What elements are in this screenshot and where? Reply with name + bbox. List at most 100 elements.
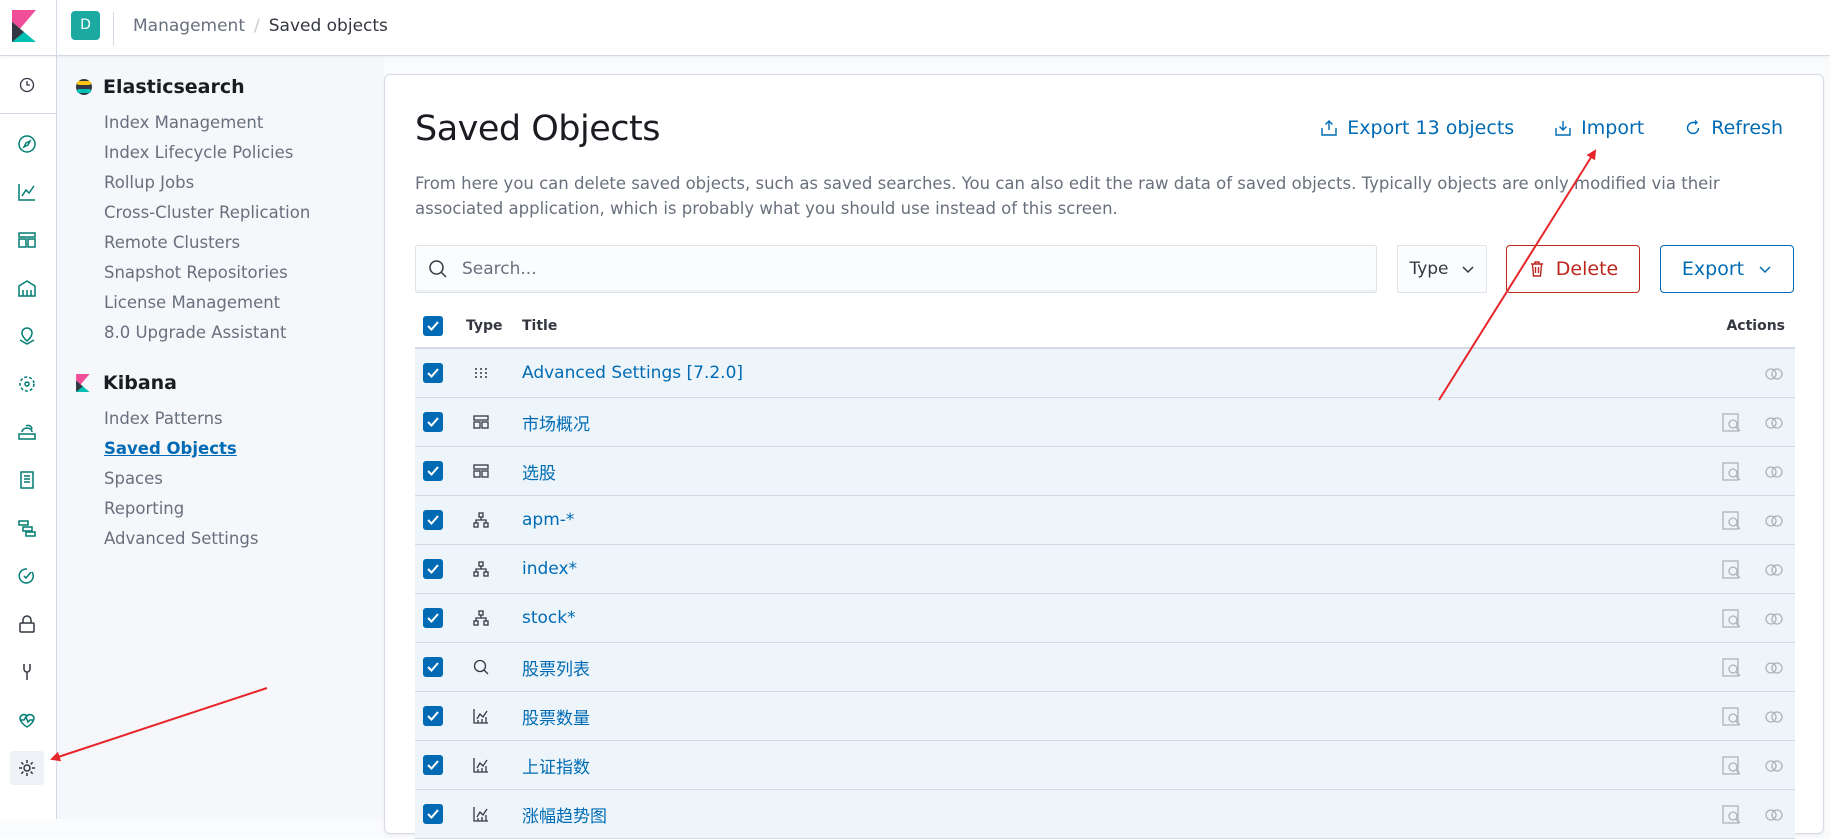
sidebar-item-cross-cluster-replication[interactable]: Cross-Cluster Replication	[104, 198, 310, 228]
select-all-checkbox[interactable]	[423, 316, 443, 336]
maps-icon[interactable]	[10, 319, 44, 353]
inspect-icon[interactable]	[1721, 804, 1743, 826]
refresh-button[interactable]: Refresh	[1684, 117, 1783, 139]
chevron-down-icon	[1461, 266, 1474, 274]
sidebar-section-elasticsearch: Elasticsearch Index Management Index Lif…	[75, 74, 310, 348]
export-button[interactable]: Export	[1660, 245, 1794, 293]
row-title-link[interactable]: 股票数量	[522, 704, 590, 729]
sidebar-item-remote-clusters[interactable]: Remote Clusters	[104, 228, 310, 258]
relationships-icon[interactable]	[1763, 804, 1785, 826]
inspect-icon[interactable]	[1721, 657, 1743, 679]
table-row: Advanced Settings [7.2.0]	[415, 349, 1795, 398]
row-title-link[interactable]: 涨幅趋势图	[522, 802, 607, 827]
sidebar-item-snapshot-repositories[interactable]: Snapshot Repositories	[104, 258, 310, 288]
sidebar-item-saved-objects[interactable]: Saved Objects	[104, 434, 258, 464]
sidebar-item-rollup-jobs[interactable]: Rollup Jobs	[104, 168, 310, 198]
logs-icon[interactable]	[10, 463, 44, 497]
row-checkbox[interactable]	[423, 804, 443, 824]
siem-icon[interactable]	[10, 607, 44, 641]
column-header-title[interactable]: Title	[522, 318, 557, 334]
row-title-link[interactable]: index*	[522, 559, 577, 579]
search-icon	[429, 260, 447, 278]
row-checkbox[interactable]	[423, 755, 443, 775]
breadcrumb-current: Saved objects	[268, 16, 388, 36]
row-title-link[interactable]: Advanced Settings [7.2.0]	[522, 363, 743, 383]
infrastructure-icon[interactable]	[10, 415, 44, 449]
inspect-icon[interactable]	[1721, 559, 1743, 581]
sidebar-item-spaces[interactable]: Spaces	[104, 464, 258, 494]
management-gear-icon[interactable]	[10, 751, 44, 785]
apm-icon[interactable]	[10, 511, 44, 545]
inspect-icon[interactable]	[1721, 608, 1743, 630]
refresh-icon	[1687, 120, 1700, 135]
row-title-link[interactable]: 上证指数	[522, 753, 590, 778]
uptime-icon[interactable]	[10, 559, 44, 593]
canvas-icon[interactable]	[10, 271, 44, 305]
header-actions: Export 13 objects Import Refresh	[1320, 117, 1783, 139]
check-icon	[427, 809, 439, 819]
relationships-icon[interactable]	[1763, 461, 1785, 483]
relationships-icon[interactable]	[1763, 559, 1785, 581]
ml-icon[interactable]	[10, 367, 44, 401]
import-button[interactable]: Import	[1554, 117, 1644, 139]
relationships-icon[interactable]	[1763, 657, 1785, 679]
visualization-icon	[472, 707, 490, 725]
row-checkbox[interactable]	[423, 510, 443, 530]
relationships-icon[interactable]	[1763, 608, 1785, 630]
sidebar-item-index-patterns[interactable]: Index Patterns	[104, 404, 258, 434]
inspect-icon[interactable]	[1721, 510, 1743, 532]
kibana-logo-icon[interactable]	[12, 10, 40, 42]
check-icon	[427, 711, 439, 721]
relationships-icon[interactable]	[1763, 755, 1785, 777]
sidebar-item-upgrade-assistant[interactable]: 8.0 Upgrade Assistant	[104, 318, 310, 348]
row-checkbox[interactable]	[423, 657, 443, 677]
index-pattern-icon	[472, 511, 490, 529]
space-avatar[interactable]: D	[71, 11, 100, 40]
sidebar-item-advanced-settings[interactable]: Advanced Settings	[104, 524, 258, 554]
visualization-icon	[472, 805, 490, 823]
side-nav	[0, 56, 57, 819]
sidebar-item-index-lifecycle-policies[interactable]: Index Lifecycle Policies	[104, 138, 310, 168]
search-input[interactable]	[462, 259, 1342, 279]
relationships-icon[interactable]	[1763, 510, 1785, 532]
dev-tools-icon[interactable]	[10, 655, 44, 689]
check-icon	[427, 515, 439, 525]
inspect-icon[interactable]	[1721, 412, 1743, 434]
breadcrumb-management[interactable]: Management	[133, 16, 245, 36]
relationships-icon[interactable]	[1763, 363, 1785, 385]
row-checkbox[interactable]	[423, 608, 443, 628]
row-title-link[interactable]: apm-*	[522, 510, 574, 530]
monitoring-icon[interactable]	[10, 703, 44, 737]
visualization-icon	[472, 756, 490, 774]
sidebar-item-index-management[interactable]: Index Management	[104, 108, 310, 138]
relationships-icon[interactable]	[1763, 706, 1785, 728]
kibana-title: Kibana	[103, 372, 178, 394]
discover-icon[interactable]	[10, 127, 44, 161]
export-all-button[interactable]: Export 13 objects	[1320, 117, 1514, 139]
column-header-type[interactable]: Type	[466, 318, 503, 334]
row-checkbox[interactable]	[423, 559, 443, 579]
type-filter-button[interactable]: Type	[1397, 245, 1487, 293]
relationships-icon[interactable]	[1763, 412, 1785, 434]
row-checkbox[interactable]	[423, 412, 443, 432]
check-icon	[427, 368, 439, 378]
row-checkbox[interactable]	[423, 363, 443, 383]
inspect-icon[interactable]	[1721, 706, 1743, 728]
row-checkbox[interactable]	[423, 461, 443, 481]
export-all-label: Export 13 objects	[1347, 117, 1515, 139]
sidebar-item-reporting[interactable]: Reporting	[104, 494, 258, 524]
row-title-link[interactable]: stock*	[522, 608, 576, 628]
row-title-link[interactable]: 市场概况	[522, 410, 590, 435]
row-checkbox[interactable]	[423, 706, 443, 726]
kibana-logo-icon	[76, 374, 90, 392]
inspect-icon[interactable]	[1721, 461, 1743, 483]
delete-button[interactable]: Delete	[1506, 245, 1640, 293]
row-title-link[interactable]: 选股	[522, 459, 556, 484]
sidebar-item-license-management[interactable]: License Management	[104, 288, 310, 318]
visualize-icon[interactable]	[10, 175, 44, 209]
row-title-link[interactable]: 股票列表	[522, 655, 590, 680]
dashboard-icon[interactable]	[10, 223, 44, 257]
inspect-icon[interactable]	[1721, 755, 1743, 777]
clock-icon[interactable]	[10, 68, 44, 102]
header-divider	[56, 0, 57, 56]
